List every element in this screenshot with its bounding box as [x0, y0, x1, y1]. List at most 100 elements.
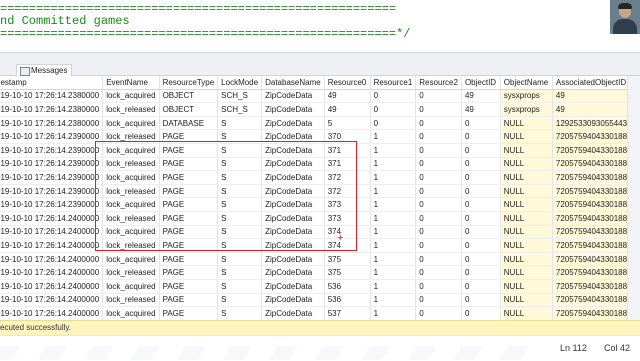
table-cell[interactable]: 373	[324, 197, 371, 212]
table-row[interactable]: 019-10-10 17:26:14.2400000 lock_released P…	[0, 238, 640, 253]
table-cell[interactable]: S	[217, 293, 263, 308]
table-cell[interactable]: PAGE	[159, 197, 219, 212]
table-cell[interactable]: ZipCodeData	[261, 238, 325, 253]
table-cell[interactable]: 1	[370, 143, 417, 158]
table-cell[interactable]: SCH_S	[217, 89, 263, 104]
table-cell[interactable]: 537	[324, 306, 371, 320]
table-cell[interactable]: DATABASE	[159, 116, 219, 131]
table-cell[interactable]: 1	[370, 211, 417, 226]
table-cell[interactable]: 019-10-10 17:26:14.2380000	[0, 89, 104, 104]
table-cell[interactable]: ZipCodeData	[261, 116, 325, 131]
table-cell[interactable]: lock_released	[102, 102, 160, 117]
table-cell[interactable]: NULL	[500, 238, 553, 253]
table-cell[interactable]: 0	[415, 102, 462, 117]
table-row[interactable]: 019-10-10 17:26:14.2400000 lock_acquired P…	[0, 225, 640, 240]
table-cell[interactable]: ZipCodeData	[261, 225, 325, 240]
table-row[interactable]: 019-10-10 17:26:14.2380000 lock_acquired O…	[0, 89, 640, 104]
column-header[interactable]: ObjectID	[461, 76, 501, 90]
table-cell[interactable]: 0	[415, 293, 462, 308]
table-row[interactable]: 019-10-10 17:26:14.2390000 lock_released P…	[0, 184, 640, 199]
table-cell[interactable]: 019-10-10 17:26:14.2390000	[0, 129, 104, 144]
table-cell[interactable]: 5	[324, 116, 371, 131]
table-cell[interactable]: lock_released	[102, 157, 160, 172]
table-cell[interactable]: 0	[415, 157, 462, 172]
table-cell[interactable]: 0	[461, 306, 501, 320]
table-cell[interactable]: PAGE	[159, 279, 219, 294]
table-cell[interactable]: NULL	[500, 225, 553, 240]
table-cell[interactable]: S	[217, 238, 263, 253]
table-cell[interactable]: 1	[370, 238, 417, 253]
table-cell[interactable]: 019-10-10 17:26:14.2400000	[0, 265, 104, 280]
table-cell[interactable]: 49	[461, 102, 501, 117]
table-row[interactable]: 019-10-10 17:26:14.2390000 lock_released P…	[0, 157, 640, 172]
table-cell[interactable]: 0	[415, 184, 462, 199]
table-cell[interactable]: 019-10-10 17:26:14.2390000	[0, 184, 104, 199]
table-cell[interactable]: ZipCodeData	[261, 197, 325, 212]
table-cell[interactable]: S	[217, 170, 263, 185]
table-cell[interactable]: NULL	[500, 306, 553, 320]
table-cell[interactable]: 1	[370, 157, 417, 172]
table-cell[interactable]: 0	[461, 293, 501, 308]
table-cell[interactable]: 374	[324, 225, 371, 240]
table-cell[interactable]: PAGE	[159, 129, 219, 144]
table-cell[interactable]: ZipCodeData	[261, 143, 325, 158]
table-cell[interactable]: S	[217, 225, 263, 240]
table-cell[interactable]: 0	[461, 197, 501, 212]
table-cell[interactable]: SCH_S	[217, 102, 263, 117]
table-cell[interactable]: lock_acquired	[102, 89, 160, 104]
table-cell[interactable]: 019-10-10 17:26:14.2390000	[0, 157, 104, 172]
column-header[interactable]: EventName	[102, 76, 160, 90]
table-cell[interactable]: 0	[415, 89, 462, 104]
table-cell[interactable]: 0	[461, 116, 501, 131]
table-row[interactable]: 019-10-10 17:26:14.2390000 lock_acquired P…	[0, 197, 640, 212]
table-cell[interactable]: NULL	[500, 252, 553, 267]
table-cell[interactable]: lock_released	[102, 238, 160, 253]
table-cell[interactable]: NULL	[500, 279, 553, 294]
table-cell[interactable]: 372	[324, 170, 371, 185]
table-cell[interactable]: 0	[461, 143, 501, 158]
table-cell[interactable]: 375	[324, 252, 371, 267]
table-cell[interactable]: S	[217, 157, 263, 172]
table-cell[interactable]: 019-10-10 17:26:14.2390000	[0, 197, 104, 212]
table-cell[interactable]: 49	[324, 102, 371, 117]
table-cell[interactable]: 1	[370, 225, 417, 240]
table-cell[interactable]: 375	[324, 265, 371, 280]
table-row[interactable]: 019-10-10 17:26:14.2400000 lock_acquired P…	[0, 279, 640, 294]
table-cell[interactable]: ZipCodeData	[261, 293, 325, 308]
table-cell[interactable]: 0	[461, 170, 501, 185]
table-cell[interactable]: 49	[324, 89, 371, 104]
tab-messages[interactable]: Messages	[16, 64, 73, 76]
table-cell[interactable]: lock_acquired	[102, 279, 160, 294]
table-cell[interactable]: ZipCodeData	[261, 89, 325, 104]
table-cell[interactable]: PAGE	[159, 293, 219, 308]
table-cell[interactable]: 0	[461, 279, 501, 294]
column-header[interactable]: LockMode	[217, 76, 263, 90]
table-cell[interactable]: ZipCodeData	[261, 252, 325, 267]
table-cell[interactable]: lock_acquired	[102, 306, 160, 320]
table-cell[interactable]: 0	[415, 143, 462, 158]
table-cell[interactable]: 1	[370, 279, 417, 294]
table-cell[interactable]: 1	[370, 197, 417, 212]
table-cell[interactable]: 019-10-10 17:26:14.2400000	[0, 293, 104, 308]
table-cell[interactable]: 0	[415, 225, 462, 240]
table-cell[interactable]: 370	[324, 129, 371, 144]
table-cell[interactable]: 0	[415, 170, 462, 185]
table-cell[interactable]: NULL	[500, 129, 553, 144]
table-cell[interactable]: lock_released	[102, 211, 160, 226]
table-row[interactable]: 019-10-10 17:26:14.2390000 lock_acquired P…	[0, 143, 640, 158]
query-editor[interactable]: ========================================…	[0, 0, 640, 52]
table-cell[interactable]: 0	[415, 252, 462, 267]
table-cell[interactable]: S	[217, 211, 263, 226]
table-cell[interactable]: PAGE	[159, 184, 219, 199]
table-cell[interactable]: 0	[461, 184, 501, 199]
table-cell[interactable]: lock_acquired	[102, 197, 160, 212]
table-cell[interactable]: PAGE	[159, 225, 219, 240]
table-cell[interactable]: 019-10-10 17:26:14.2400000	[0, 279, 104, 294]
table-row[interactable]: 019-10-10 17:26:14.2400000 lock_released P…	[0, 265, 640, 280]
table-cell[interactable]: 536	[324, 293, 371, 308]
table-cell[interactable]: 0	[461, 238, 501, 253]
table-cell[interactable]: 0	[415, 265, 462, 280]
table-cell[interactable]: PAGE	[159, 170, 219, 185]
table-row[interactable]: 019-10-10 17:26:14.2390000 lock_released P…	[0, 129, 640, 144]
table-cell[interactable]: lock_acquired	[102, 116, 160, 131]
